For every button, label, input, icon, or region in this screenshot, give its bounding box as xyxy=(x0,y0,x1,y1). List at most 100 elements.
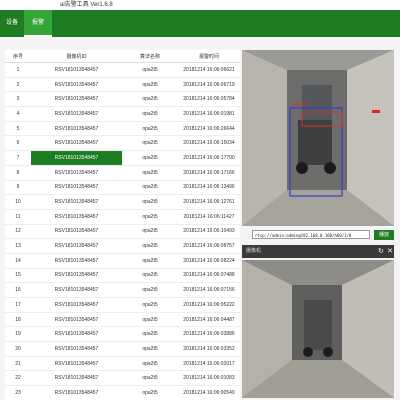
table-row[interactable]: 23 RSV181013548457 opa2t5 20181214 16:06:00… xyxy=(5,385,240,400)
row-alarm-time: 20181214 16:06:17166 xyxy=(178,165,240,181)
row-camera-id: RSV181013548457 xyxy=(31,135,122,152)
row-index: 10 xyxy=(5,194,31,210)
table-row[interactable]: 3 RSV181013548457 opa2t5 20181214 16:06:057… xyxy=(5,91,240,108)
row-alarm-time: 20181214 16:06:13496 xyxy=(178,180,240,196)
row-algorithm: opa2t5 xyxy=(122,91,178,108)
row-index: 17 xyxy=(5,297,31,313)
row-algorithm: opa2t5 xyxy=(122,77,178,93)
table-row[interactable]: 5 RSV181013548457 opa2t5 20181214 16:06:266… xyxy=(5,121,240,137)
row-algorithm: opa2t5 xyxy=(122,121,178,137)
row-index: 14 xyxy=(5,253,31,269)
row-index: 22 xyxy=(5,370,31,387)
table-row[interactable]: 1 RSV1810135484​57 opa2t5 20181214 16:06:06… xyxy=(5,62,240,78)
table-row[interactable]: 21 RSV181013548457 opa2t5 20181214 16:06:02… xyxy=(5,356,240,372)
row-algorithm: opa2t5 xyxy=(122,209,178,225)
row-alarm-time: 20181214 16:06:07156 xyxy=(178,282,240,298)
camera-view-bottom xyxy=(242,260,394,398)
refresh-icon[interactable]: ↻ xyxy=(378,245,384,258)
row-index: 6 xyxy=(5,135,31,152)
camera-view-top: 2ü{1ö xyxy=(242,50,394,226)
tab-devices[interactable]: 设备 xyxy=(0,10,24,37)
row-index: 9 xyxy=(5,180,31,196)
row-alarm-time: 20181214 16:06:06621 xyxy=(178,62,240,78)
header-algorithm[interactable]: 算法名称 xyxy=(122,50,178,63)
row-alarm-time: 20181214 16:06:08224 xyxy=(178,253,240,269)
row-index: 15 xyxy=(5,268,31,284)
table-row[interactable]: 12 RSV181013548457 opa2t5 20181214 16:06:10… xyxy=(5,224,240,240)
row-index: 1 xyxy=(5,62,31,78)
close-icon[interactable]: ✕ xyxy=(387,245,393,258)
row-alarm-time: 20181214 16:06:01981 xyxy=(178,106,240,122)
header-camera-id[interactable]: 摄像机ID xyxy=(31,50,122,63)
row-index: 12 xyxy=(5,224,31,240)
row-camera-id: RSV181013548457 xyxy=(31,385,122,400)
row-algorithm: opa2t5 xyxy=(122,135,178,152)
row-alarm-time: 20181214 16:06:26644 xyxy=(178,121,240,137)
row-algorithm: opa2t5 xyxy=(122,282,178,298)
row-alarm-time: 20181214 16:06:15034 xyxy=(178,135,240,152)
row-algorithm: opa2t5 xyxy=(122,180,178,196)
row-algorithm: opa2t5 xyxy=(122,356,178,372)
row-index: 20 xyxy=(5,341,31,357)
row-algorithm: opa2t5 xyxy=(122,341,178,357)
row-alarm-time: 20181214 16:06:03352 xyxy=(178,341,240,357)
row-algorithm: opa2t5 xyxy=(122,62,178,78)
row-camera-id: RSV181013548457 xyxy=(31,165,122,181)
table-row[interactable]: 10 RSV181013548457 opa2t5 20181214 16:06:12… xyxy=(5,194,240,210)
row-algorithm: opa2t5 xyxy=(122,224,178,240)
row-algorithm: opa2t5 xyxy=(122,253,178,269)
table-row[interactable]: 19 RSV181013548457 opa2t5 20181214 16:06:03… xyxy=(5,326,240,343)
table-row[interactable]: 16 RSV181013548457 opa2t5 20181214 16:06:07… xyxy=(5,282,240,298)
table-row[interactable]: 18 RSV181013548457 opa2t5 20181214 16:06:04… xyxy=(5,312,240,328)
row-index: 5 xyxy=(5,121,31,137)
row-index: 3 xyxy=(5,91,31,108)
play-button[interactable]: 播放 xyxy=(374,230,394,240)
table-row[interactable]: 15 RSV181013548457 opa2t5 20181214 16:06:07… xyxy=(5,268,240,284)
row-alarm-time: 20181214 16:06:05222 xyxy=(178,297,240,313)
title-bar: ai告警工具 Ver1.6.8 xyxy=(0,0,400,10)
table-row[interactable]: 13 RSV181013548457 opa2t5 20181214 16:06:08… xyxy=(5,238,240,254)
table-row[interactable]: 6 RSV181013548457 opa2t5 20181214 16:06:150… xyxy=(5,135,240,152)
stream-url-input[interactable]: rtsp://admin:admin@192.168.0.160/h60/1/0 xyxy=(252,230,370,239)
table-row[interactable]: 11 RSV181013548457 opa2t5 20181214 16:06:11… xyxy=(5,209,240,225)
camera-frame-top: 2ü{1ö xyxy=(242,50,394,226)
table-row[interactable]: 9 RSV181013548457 opa2t5 20181214 16:06:134… xyxy=(5,180,240,196)
row-camera-id: RSV181013548457 xyxy=(31,77,122,93)
row-camera-id: RSV181013548457 xyxy=(31,238,122,254)
table-row[interactable]: 2 RSV181013548457 opa2t5 20181214 16:06:067… xyxy=(5,77,240,93)
table-row[interactable]: 22 RSV181013548457 opa2t5 20181214 16:06:01… xyxy=(5,370,240,387)
row-algorithm: opa2t5 xyxy=(122,326,178,343)
table-row[interactable]: 17 RSV181013548457 opa2t5 20181214 16:06:05… xyxy=(5,297,240,313)
row-camera-id: RSV181013548457 xyxy=(31,106,122,122)
row-algorithm: opa2t5 xyxy=(122,268,178,284)
row-alarm-time: 20181214 16:06:06719 xyxy=(178,77,240,93)
header-index[interactable]: 序号 xyxy=(5,50,31,63)
row-alarm-time: 20181214 16:06:17700 xyxy=(178,150,240,166)
row-index: 21 xyxy=(5,356,31,372)
row-camera-id: RSV181013548457 xyxy=(31,150,122,166)
row-alarm-time: 20181214 16:06:08757 xyxy=(178,238,240,254)
row-algorithm: opa2t5 xyxy=(122,385,178,400)
table-row[interactable]: 4 RSV181013548457 opa2t5 20181214 16:06:019… xyxy=(5,106,240,122)
row-index: 18 xyxy=(5,312,31,328)
table-row[interactable]: 20 RSV181013548457 opa2t5 20181214 16:06:03… xyxy=(5,341,240,357)
row-camera-id: RSV181013548457 xyxy=(31,209,122,225)
tab-alarms[interactable]: 报警 xyxy=(24,10,52,37)
row-alarm-time: 20181214 16:06:12761 xyxy=(178,194,240,210)
row-alarm-time: 20181214 16:06:05784 xyxy=(178,91,240,108)
table-row[interactable]: 8 RSV181013548457 opa2t5 20181214 16:06:171… xyxy=(5,165,240,181)
row-algorithm: opa2t5 xyxy=(122,238,178,254)
row-index: 8 xyxy=(5,165,31,181)
table-row[interactable]: 14 RSV181013548457 opa2t5 20181214 16:06:08… xyxy=(5,253,240,269)
row-algorithm: opa2t5 xyxy=(122,297,178,313)
row-alarm-time: 20181214 16:06:03886 xyxy=(178,326,240,343)
row-camera-id: RSV181013548457 xyxy=(31,356,122,372)
row-camera-id: RSV181013548457 xyxy=(31,282,122,298)
table-row[interactable]: 7 RSV181013548457 opa2t5 20181214 16:06:177… xyxy=(5,150,240,166)
tab-bar: 设备 报警 xyxy=(0,10,400,37)
camera-frame-bottom xyxy=(242,260,394,398)
header-alarm-time[interactable]: 报警时间 xyxy=(178,50,240,63)
row-index: 2 xyxy=(5,77,31,93)
row-alarm-time: 20181214 16:06:00549 xyxy=(178,385,240,400)
table-header-row: 序号 摄像机ID 算法名称 报警时间 xyxy=(5,50,240,63)
